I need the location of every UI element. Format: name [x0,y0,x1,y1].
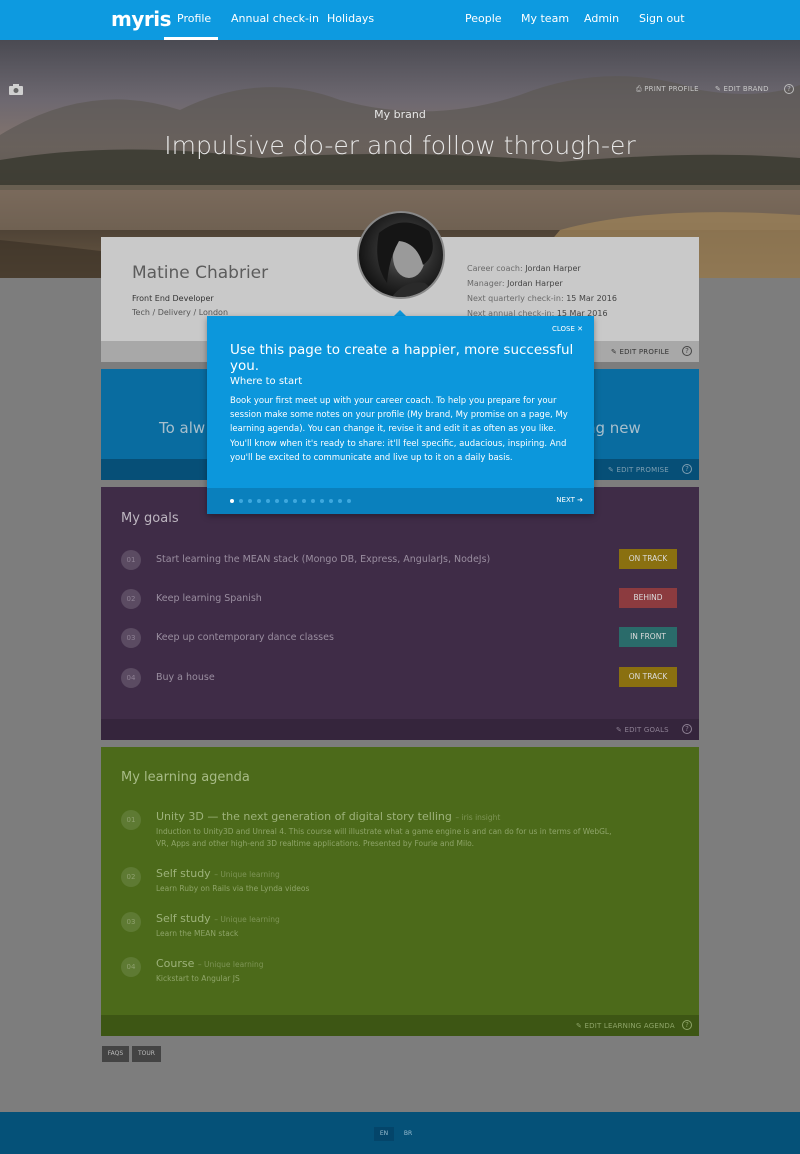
nav-people[interactable]: People [465,12,502,25]
next-button[interactable]: NEXT ➔ [556,496,583,504]
modal-subheading: Where to start [230,376,303,387]
goal-row[interactable]: 04 Buy a house ON TRACK [121,667,681,688]
learning-number: 03 [121,912,141,932]
pagination-dot[interactable] [239,499,243,503]
modal-heading: Use this page to create a happier, more … [230,342,574,374]
nav-sign-out[interactable]: Sign out [639,12,685,25]
promise-text-end: ng new [586,419,641,437]
pagination-dot[interactable] [329,499,333,503]
career-coach: Career coach: Jordan Harper [467,264,581,273]
modal-footer: NEXT ➔ [207,488,594,514]
promise-text-start: To alw [159,419,206,437]
brand-label: My brand [374,108,426,121]
learning-number: 02 [121,867,141,887]
learning-title: My learning agenda [121,770,250,785]
goal-text: Keep up contemporary dance classes [156,632,334,643]
avatar[interactable] [357,211,445,299]
learning-agenda-section: My learning agenda 01 Unity 3D — the nex… [101,747,699,1036]
printer-icon: ⎙ [636,85,645,93]
top-nav: myris Profile Annual check-in Holidays P… [0,0,800,40]
goals-title: My goals [121,511,179,526]
portrait-image [377,222,436,297]
pagination-dot[interactable] [275,499,279,503]
pagination-dot[interactable] [248,499,252,503]
camera-icon[interactable] [9,84,23,95]
edit-goals-button[interactable]: ✎ EDIT GOALS [616,726,669,734]
edit-promise-button[interactable]: ✎ EDIT PROMISE [608,466,669,474]
learning-item-description: Kickstart to Angular JS [156,974,240,983]
print-profile-button[interactable]: ⎙ PRINT PROFILE [636,85,699,94]
edit-brand-button[interactable]: ✎ EDIT BRAND [715,85,769,93]
faqs-button[interactable]: FAQS [102,1046,129,1062]
learning-item-title: Unity 3D — the next generation of digita… [156,810,501,823]
status-badge[interactable]: ON TRACK [619,667,677,687]
goal-row[interactable]: 02 Keep learning Spanish BEHIND [121,588,681,609]
brand-title: Impulsive do-er and follow through-er [164,131,636,160]
help-icon[interactable]: ? [682,724,692,734]
tour-modal: CLOSE ✕ Use this page to create a happie… [207,316,594,514]
status-badge[interactable]: IN FRONT [619,627,677,647]
next-quarterly-check-in: Next quarterly check-in: 15 Mar 2016 [467,294,617,303]
pagination-dot[interactable] [302,499,306,503]
learning-item-description: Learn Ruby on Rails via the Lynda videos [156,884,310,893]
pencil-icon: ✎ [576,1022,585,1030]
learning-number: 04 [121,957,141,977]
pencil-icon: ✎ [616,726,625,734]
pagination-dot[interactable] [311,499,315,503]
modal-body: Book your first meet up with your career… [230,396,568,463]
goal-text: Start learning the MEAN stack (Mongo DB,… [156,554,491,565]
edit-profile-button[interactable]: ✎ EDIT PROFILE [611,348,669,356]
goal-text: Buy a house [156,672,215,683]
goal-number: 01 [121,550,141,570]
learning-item-title: Self study – Unique learning [156,912,280,925]
help-icon[interactable]: ? [682,346,692,356]
goal-row[interactable]: 03 Keep up contemporary dance classes IN… [121,627,681,648]
goal-number: 03 [121,628,141,648]
goals-toolbar: ✎ EDIT GOALS ? [101,719,699,740]
pagination-dot[interactable] [266,499,270,503]
nav-admin[interactable]: Admin [584,12,619,25]
nav-my-team[interactable]: My team [521,12,569,25]
pencil-icon: ✎ [611,348,620,356]
learning-toolbar: ✎ EDIT LEARNING AGENDA ? [101,1015,699,1036]
goal-number: 02 [121,589,141,609]
profile-name: Matine Chabrier [132,263,269,283]
status-badge[interactable]: BEHIND [619,588,677,608]
pencil-icon: ✎ [608,466,617,474]
close-button[interactable]: CLOSE ✕ [552,325,583,333]
pagination-dot[interactable] [230,499,234,503]
language-br[interactable]: BR [398,1127,418,1141]
learning-item-title: Course – Unique learning [156,957,264,970]
learning-item-title: Self study – Unique learning [156,867,280,880]
pagination-dot[interactable] [338,499,342,503]
help-icon[interactable]: ? [682,1020,692,1030]
pagination-dot[interactable] [320,499,324,503]
help-icon[interactable]: ? [682,464,692,474]
pagination-dot[interactable] [347,499,351,503]
goal-row[interactable]: 01 Start learning the MEAN stack (Mongo … [121,549,681,570]
status-badge[interactable]: ON TRACK [619,549,677,569]
learning-item-description: Induction to Unity3D and Unreal 4. This … [156,827,612,848]
goals-section: My goals 01 Start learning the MEAN stac… [101,487,699,740]
nav-holidays[interactable]: Holidays [327,12,374,25]
profile-role: Front End Developer [132,294,214,303]
goal-text: Keep learning Spanish [156,593,262,604]
pagination-dot[interactable] [257,499,261,503]
learning-number: 01 [121,810,141,830]
goal-number: 04 [121,668,141,688]
logo[interactable]: myris [111,7,172,31]
manager: Manager: Jordan Harper [467,279,563,288]
nav-profile[interactable]: Profile [177,12,211,25]
language-en[interactable]: EN [374,1127,394,1141]
tour-button[interactable]: TOUR [132,1046,161,1062]
nav-annual-check-in[interactable]: Annual check-in [231,12,319,25]
pagination-dot[interactable] [284,499,288,503]
edit-learning-agenda-button[interactable]: ✎ EDIT LEARNING AGENDA [576,1022,675,1030]
learning-item-description: Learn the MEAN stack [156,929,239,938]
pencil-icon: ✎ [715,85,724,93]
pagination-dot[interactable] [293,499,297,503]
help-icon[interactable]: ? [784,84,794,94]
